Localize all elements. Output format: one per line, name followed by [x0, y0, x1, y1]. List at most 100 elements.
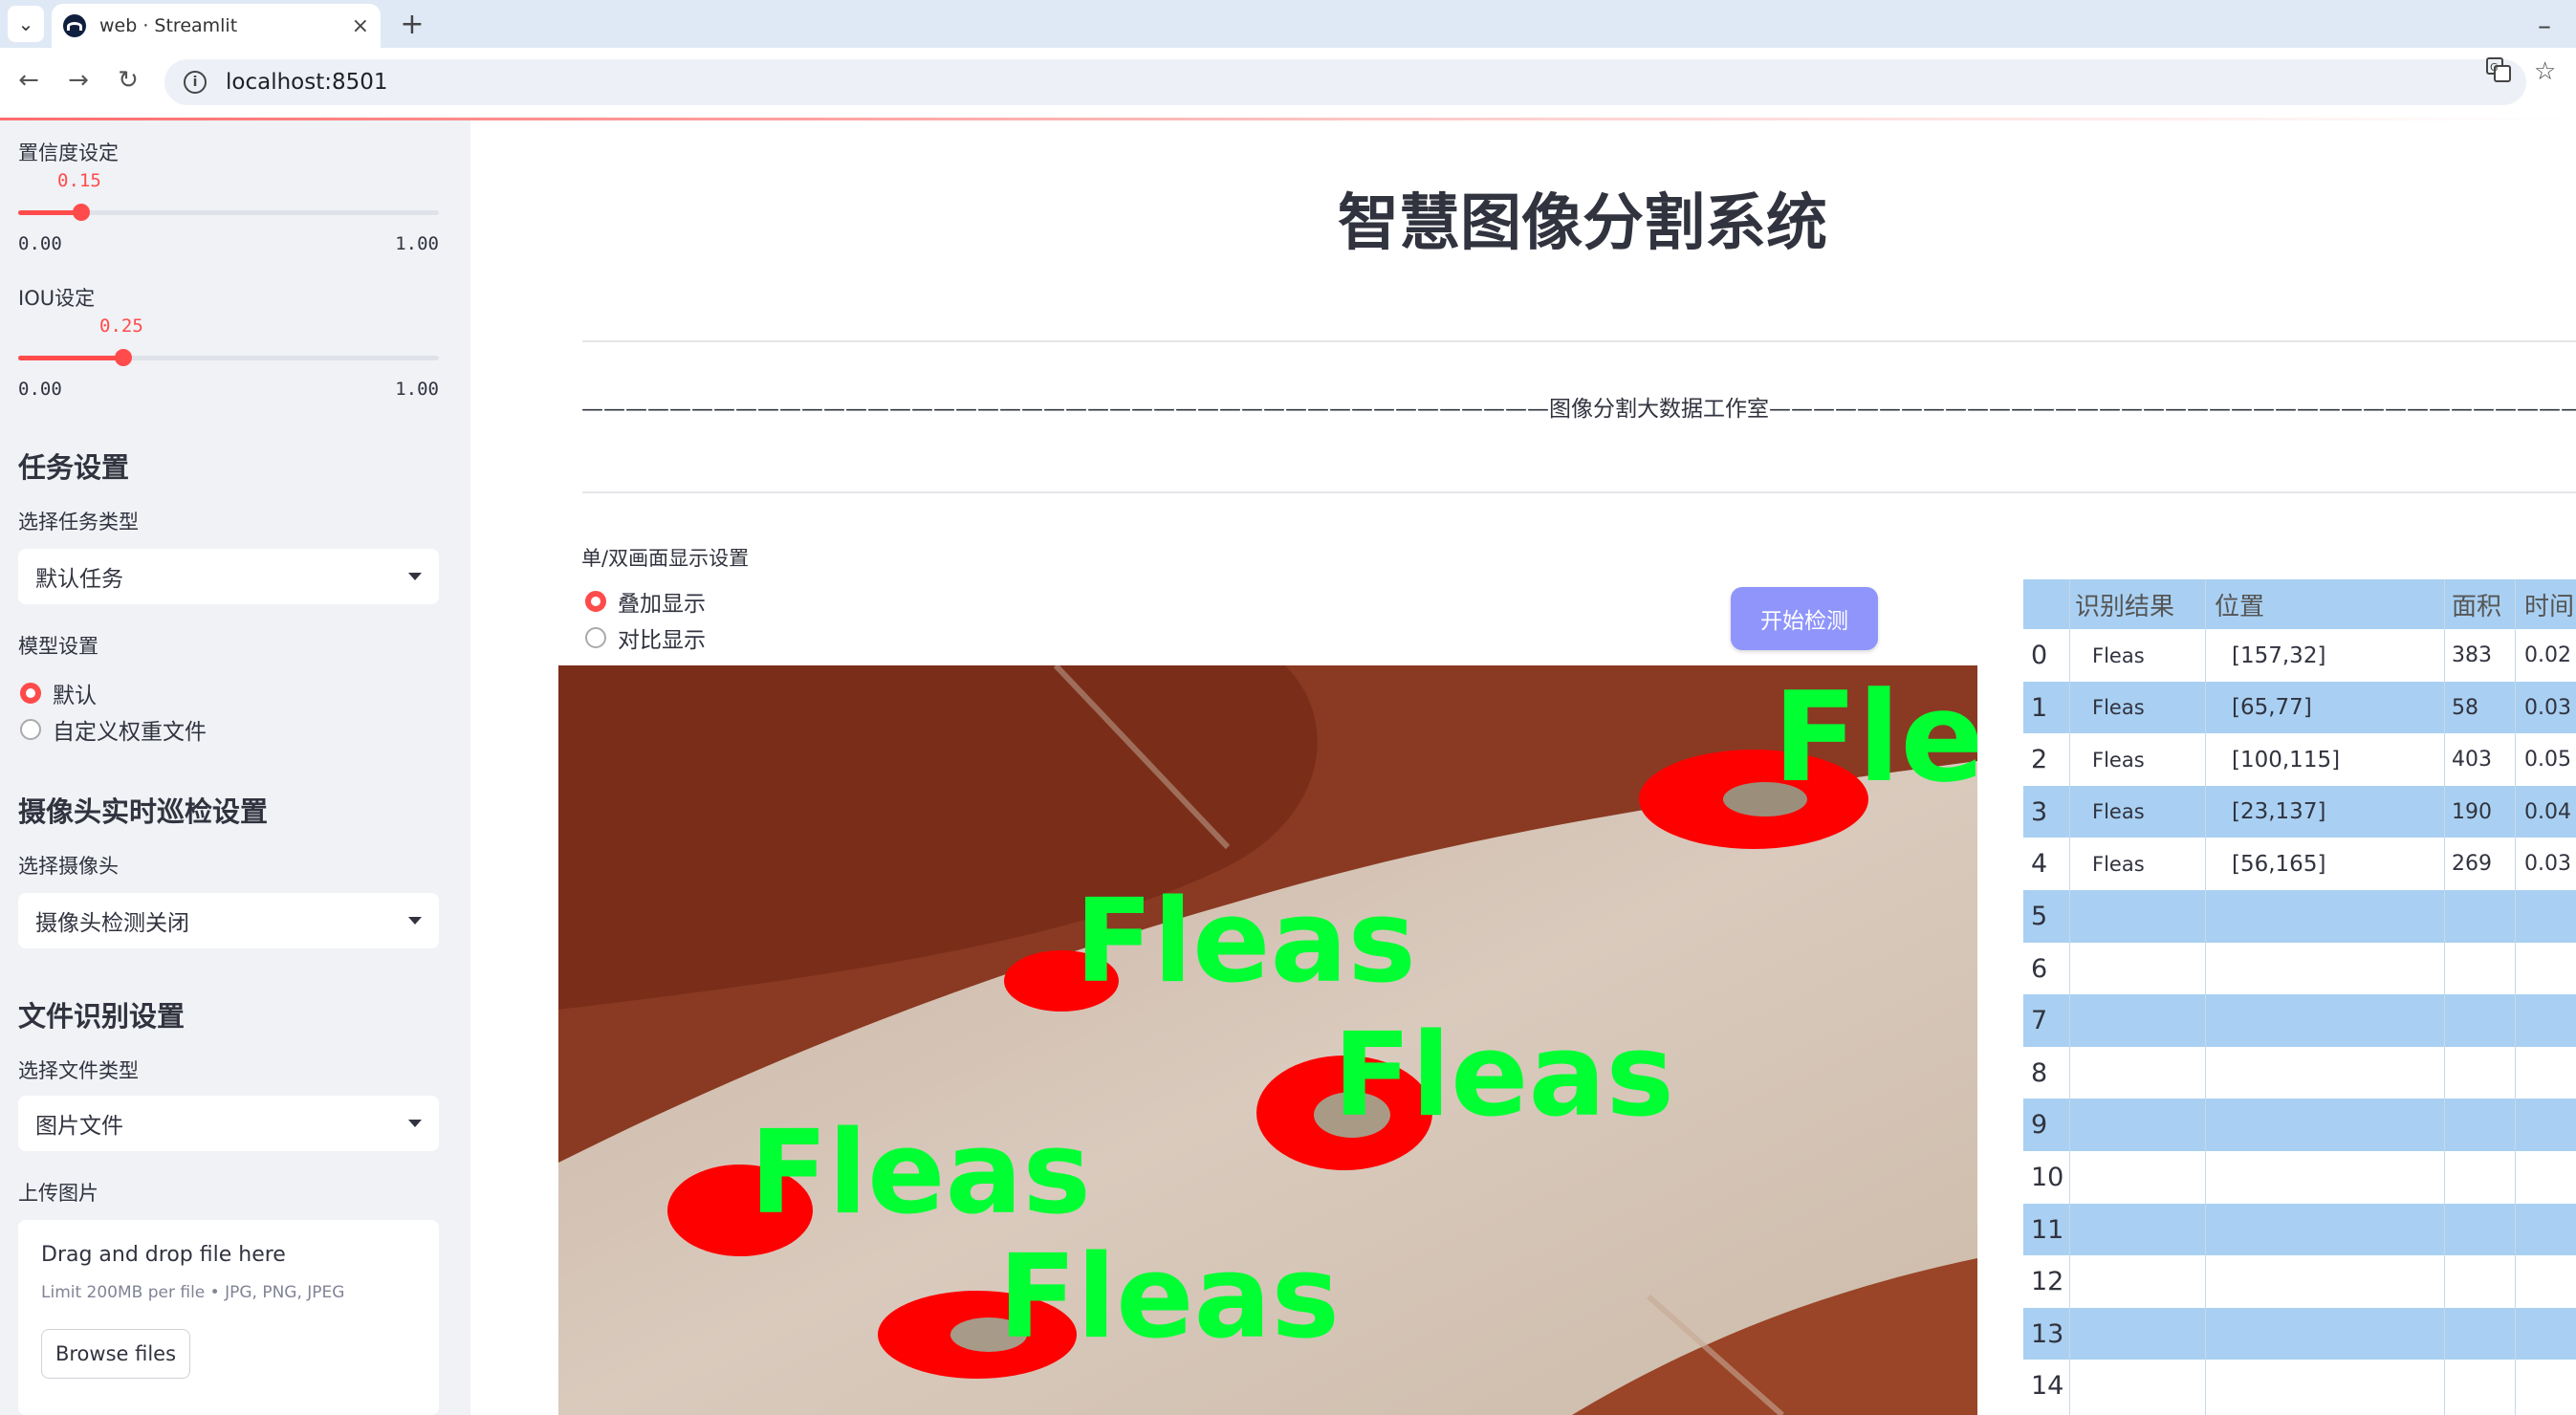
table-row[interactable]: 13	[2023, 1307, 2576, 1361]
table-row[interactable]: 7	[2023, 994, 2576, 1048]
row-index: 0	[2031, 641, 2048, 670]
tab-search-chevron-down-icon[interactable]: ⌄	[8, 6, 44, 42]
header-time[interactable]: 时间	[2515, 587, 2576, 622]
cell-time: 0.03	[2524, 852, 2571, 877]
column-divider	[2444, 579, 2445, 1415]
header-position[interactable]: 位置	[2205, 587, 2444, 622]
cell-area: 269	[2452, 852, 2492, 877]
page-title: 智慧图像分割系统	[1338, 188, 1827, 259]
radio-unselected-icon[interactable]	[585, 627, 606, 648]
table-row[interactable]: 1 Fleas [65,77] 58 0.03	[2023, 681, 2576, 734]
iou-slider[interactable]: 0.25 0.00 1.00	[18, 316, 439, 400]
detection-label: Fleas	[1333, 1010, 1674, 1143]
browser-tab[interactable]: web · Streamlit ×	[52, 4, 381, 48]
segmentation-result-image: Fle Fleas Fleas Fleas Fleas	[558, 665, 1977, 1415]
studio-subtitle: ————————————————————————————————————————…	[581, 397, 2576, 422]
detection-label: Fleas	[750, 1107, 1091, 1240]
radio-unselected-icon[interactable]	[20, 719, 41, 740]
back-arrow-icon[interactable]: ←	[10, 61, 48, 99]
close-tab-icon[interactable]: ×	[352, 14, 369, 38]
reload-icon[interactable]: ↻	[109, 61, 147, 99]
table-row[interactable]: 11	[2023, 1203, 2576, 1256]
site-info-icon[interactable]: i	[184, 71, 207, 94]
new-tab-plus-icon[interactable]: +	[394, 6, 430, 42]
table-row[interactable]: 5	[2023, 890, 2576, 943]
cell-area: 58	[2452, 695, 2478, 720]
detection-label: Fle	[1773, 665, 1977, 810]
radio-selected-icon[interactable]	[585, 591, 606, 612]
file-type-label: 选择文件类型	[18, 1059, 139, 1082]
row-index: 6	[2031, 953, 2048, 984]
slider-thumb[interactable]	[115, 349, 132, 366]
row-index: 5	[2031, 902, 2048, 931]
table-row[interactable]: 2 Fleas [100,115] 403 0.05	[2023, 733, 2576, 787]
file-type-select[interactable]: 图片文件	[18, 1096, 439, 1151]
chevron-down-icon	[408, 1120, 422, 1127]
table-row[interactable]: 10	[2023, 1151, 2576, 1204]
model-option-default[interactable]: 默认	[20, 677, 97, 709]
cell-time: 0.04	[2524, 799, 2571, 824]
cell-result: Fleas	[2092, 643, 2145, 667]
forward-arrow-icon[interactable]: →	[59, 61, 98, 99]
table-row[interactable]: 6	[2023, 942, 2576, 995]
radio-selected-icon[interactable]	[20, 683, 41, 704]
header-result[interactable]: 识别结果	[2069, 587, 2205, 622]
table-row[interactable]: 12	[2023, 1255, 2576, 1309]
detection-label: Fleas	[1075, 876, 1416, 1009]
row-index: 2	[2031, 745, 2048, 775]
uploader-limit: Limit 200MB per file • JPG, PNG, JPEG	[41, 1283, 345, 1302]
header-area[interactable]: 面积	[2444, 587, 2515, 622]
cell-result: Fleas	[2092, 696, 2145, 720]
start-detection-button[interactable]: 开始检测	[1731, 587, 1878, 650]
table-row[interactable]: 8	[2023, 1046, 2576, 1099]
table-row[interactable]: 4 Fleas [56,165] 269 0.03	[2023, 838, 2576, 891]
row-index: 10	[2031, 1163, 2064, 1192]
row-index: 9	[2031, 1110, 2048, 1141]
cell-area: 190	[2452, 799, 2492, 824]
row-index: 11	[2031, 1214, 2064, 1245]
translate-icon[interactable]: G	[2486, 57, 2511, 89]
divider	[582, 491, 2576, 493]
model-settings-label: 模型设置	[18, 635, 98, 658]
tab-title: web · Streamlit	[99, 15, 238, 36]
slider-min: 0.00	[18, 379, 62, 400]
radio-label: 自定义权重文件	[53, 720, 207, 745]
task-type-select[interactable]: 默认任务	[18, 549, 439, 604]
model-option-custom[interactable]: 自定义权重文件	[20, 713, 207, 746]
column-divider	[2515, 579, 2516, 1415]
main-content: 智慧图像分割系统 ———————————————————————————————…	[470, 120, 2576, 1415]
cell-time: 0.05	[2524, 748, 2571, 773]
browse-files-button[interactable]: Browse files	[41, 1329, 190, 1379]
table-row[interactable]: 14	[2023, 1360, 2576, 1413]
display-option-overlay[interactable]: 叠加显示	[585, 585, 706, 618]
camera-select[interactable]: 摄像头检测关闭	[18, 893, 439, 948]
display-option-compare[interactable]: 对比显示	[585, 621, 706, 654]
bookmark-star-icon[interactable]: ☆	[2534, 57, 2556, 86]
url-text: localhost:8501	[226, 70, 388, 95]
table-row[interactable]: 9	[2023, 1099, 2576, 1152]
table-row[interactable]: 0 Fleas [157,32] 383 0.02	[2023, 629, 2576, 682]
task-type-label: 选择任务类型	[18, 511, 139, 533]
radio-label: 叠加显示	[618, 592, 706, 617]
slider-value: 0.25	[99, 316, 143, 337]
cell-position: [157,32]	[2232, 642, 2326, 668]
chevron-down-icon	[408, 917, 422, 925]
address-bar[interactable]: i localhost:8501	[164, 59, 2526, 105]
task-type-value: 默认任务	[35, 567, 123, 592]
cell-result: Fleas	[2092, 800, 2145, 824]
results-table[interactable]: 识别结果 位置 面积 时间 0 Fleas [157,32] 383 0.02 1 Flea…	[2023, 579, 2576, 1415]
cell-position: [100,115]	[2232, 747, 2341, 773]
row-index: 4	[2031, 849, 2048, 880]
minimize-window-icon[interactable]: –	[2538, 10, 2551, 41]
display-mode-label: 单/双画面显示设置	[581, 547, 750, 570]
cell-area: 383	[2452, 643, 2492, 667]
slider-fill	[18, 356, 123, 360]
svg-text:G: G	[2490, 61, 2499, 74]
result-image-svg: Fle Fleas Fleas Fleas Fleas	[558, 665, 1977, 1415]
file-type-value: 图片文件	[35, 1114, 123, 1139]
file-uploader[interactable]: Drag and drop file here Limit 200MB per …	[18, 1220, 439, 1415]
cell-position: [65,77]	[2232, 695, 2312, 721]
cell-position: [23,137]	[2232, 799, 2326, 825]
file-settings-heading: 文件识别设置	[18, 1000, 186, 1033]
table-row[interactable]: 3 Fleas [23,137] 190 0.04	[2023, 785, 2576, 838]
